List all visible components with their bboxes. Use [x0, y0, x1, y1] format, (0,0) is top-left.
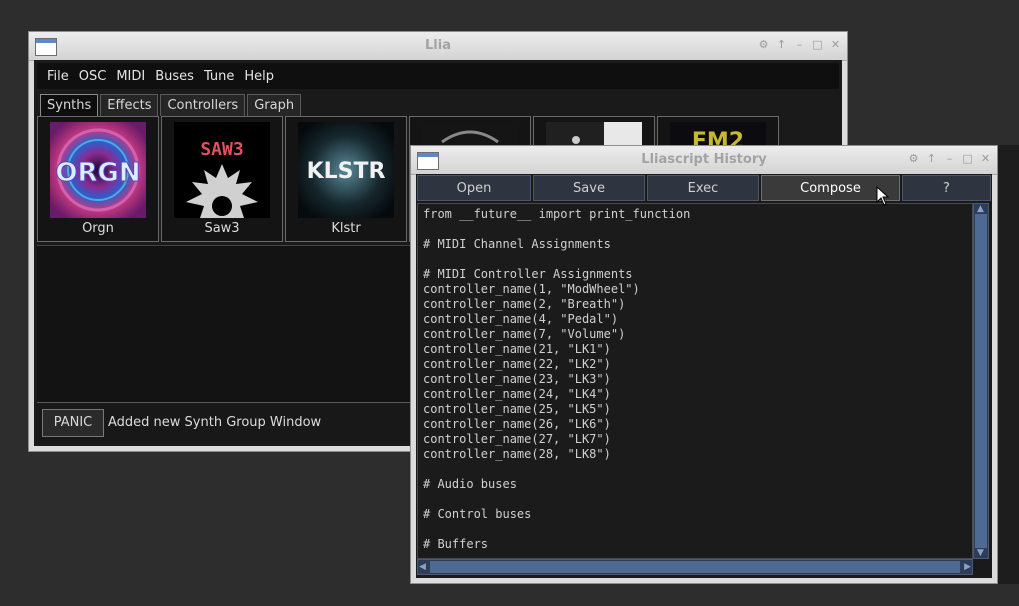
script-text: from __future__ import print_function # …: [423, 207, 691, 551]
scroll-down-icon[interactable]: ▼: [977, 548, 984, 558]
mouse-cursor-icon: [876, 186, 890, 206]
orgn-logo: ORGN: [50, 122, 146, 218]
raise-icon[interactable]: ↑: [776, 38, 787, 52]
saw3-logo: SAW3: [174, 122, 270, 218]
tab-graph[interactable]: Graph: [247, 94, 302, 116]
llia-titlebar[interactable]: Llia ⚙ ↑ – □ ✕: [29, 32, 847, 61]
history-window: Lliascript History ⚙ ↑ – □ ✕ Open Save E…: [410, 145, 998, 584]
synth-klstr[interactable]: KLSTR Klstr: [285, 116, 407, 242]
orgn-logo-text: ORGN: [55, 158, 140, 188]
scroll-thumb[interactable]: [975, 214, 987, 548]
settings-icon[interactable]: ⚙: [758, 38, 769, 52]
history-body: Open Save Exec Compose ? from __future__…: [416, 174, 992, 578]
script-text-area[interactable]: from __future__ import print_function # …: [417, 203, 973, 559]
menu-tune[interactable]: Tune: [200, 69, 240, 84]
synth-label: Orgn: [82, 221, 114, 236]
horizontal-scrollbar[interactable]: ◀ ▶: [417, 559, 973, 575]
tab-synths[interactable]: Synths: [40, 94, 99, 116]
raise-icon[interactable]: ↑: [926, 152, 937, 166]
menu-osc[interactable]: OSC: [75, 69, 113, 84]
tab-effects[interactable]: Effects: [100, 94, 159, 116]
menubar: File OSC MIDI Buses Tune Help: [37, 63, 839, 89]
history-titlebar[interactable]: Lliascript History ⚙ ↑ – □ ✕: [411, 146, 997, 175]
synth-label: Klstr: [331, 221, 361, 236]
close-icon[interactable]: ✕: [830, 38, 841, 52]
scroll-left-icon[interactable]: ◀: [419, 562, 426, 572]
synth-orgn[interactable]: ORGN Orgn: [37, 116, 159, 242]
background-window-strip: [998, 145, 1019, 584]
vertical-scrollbar[interactable]: ▲ ▼: [973, 203, 989, 559]
scroll-up-icon[interactable]: ▲: [977, 204, 984, 214]
klstr-logo-text: KLSTR: [307, 159, 386, 184]
menu-file[interactable]: File: [43, 69, 75, 84]
maximize-icon[interactable]: □: [962, 152, 973, 166]
history-toolbar: Open Save Exec Compose ?: [417, 175, 991, 201]
settings-icon[interactable]: ⚙: [908, 152, 919, 166]
status-message: Added new Synth Group Window: [108, 415, 322, 430]
scroll-thumb[interactable]: [430, 561, 960, 573]
close-icon[interactable]: ✕: [980, 152, 991, 166]
window-title: Llia: [425, 38, 451, 53]
minimize-icon[interactable]: –: [944, 152, 955, 166]
help-button[interactable]: ?: [902, 175, 991, 201]
menu-buses[interactable]: Buses: [151, 69, 200, 84]
synth-label: Saw3: [204, 221, 240, 236]
menu-midi[interactable]: MIDI: [112, 69, 151, 84]
exec-button[interactable]: Exec: [647, 175, 759, 201]
saw3-logo-text: SAW3: [200, 139, 243, 160]
synth-saw3[interactable]: SAW3 Saw3: [161, 116, 283, 242]
save-button[interactable]: Save: [533, 175, 645, 201]
tab-controllers[interactable]: Controllers: [160, 94, 246, 116]
minimize-icon[interactable]: –: [794, 38, 805, 52]
maximize-icon[interactable]: □: [812, 38, 823, 52]
open-button[interactable]: Open: [417, 175, 531, 201]
tab-bar: Synths Effects Controllers Graph: [37, 94, 839, 116]
panic-button[interactable]: PANIC: [42, 409, 104, 437]
klstr-logo: KLSTR: [298, 122, 394, 218]
scroll-right-icon[interactable]: ▶: [964, 562, 971, 572]
menu-help[interactable]: Help: [240, 69, 280, 84]
